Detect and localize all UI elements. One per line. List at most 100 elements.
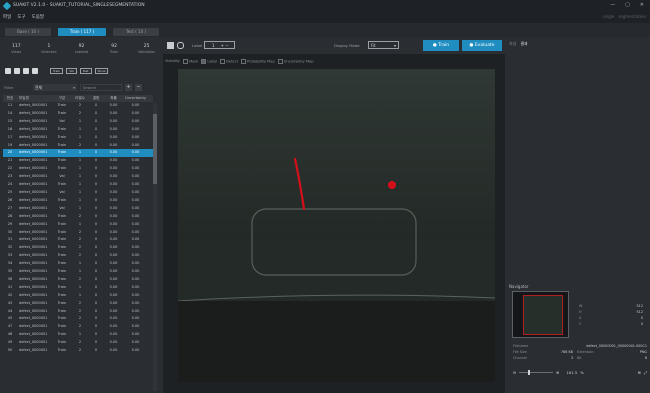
- table-row[interactable]: 48 defect_0000001 Train 1 0 0.00 0.00: [3, 331, 153, 339]
- fullscreen-icon[interactable]: ⤢: [644, 370, 647, 375]
- table-cell: defect_0000001: [19, 253, 48, 258]
- table-cell: 48: [7, 332, 13, 337]
- table-cell: Train: [57, 229, 67, 234]
- table-cell: 0.00: [109, 110, 118, 115]
- set-train-button[interactable]: Train: [50, 68, 64, 74]
- search-input[interactable]: Search: [80, 84, 122, 91]
- zoom-slider-knob[interactable]: [528, 369, 531, 375]
- tab-test[interactable]: Test ( 10 ): [113, 28, 159, 36]
- add-image-icon[interactable]: [5, 68, 11, 74]
- maximize-button[interactable]: ▢: [625, 2, 630, 8]
- left-panel: 117 Views 1 Selected 92 Labeled 92 Train 25 V…: [0, 37, 163, 393]
- table-row[interactable]: 22 defect_0000001 Train 1 0 0.00 0.00: [3, 165, 153, 173]
- table-row[interactable]: 49 defect_0000001 Train 2 0 0.00 0.00: [3, 339, 153, 347]
- table-row[interactable]: 44 defect_0000001 Train 2 0 0.00 0.00: [3, 308, 153, 316]
- table-row[interactable]: 19 defect_0000001 Train 2 0 0.00 0.00: [3, 142, 153, 150]
- table-cell: Train: [57, 182, 67, 187]
- visibility-label: Visibility: [165, 59, 181, 63]
- table-row[interactable]: 24 defect_0000001 Train 1 0 0.00 0.00: [3, 181, 153, 189]
- train-button[interactable]: ● Train: [423, 40, 459, 51]
- evaluate-button[interactable]: ● Evaluate: [462, 40, 502, 51]
- table-row[interactable]: 28 defect_0000001 Train 2 0 0.00 0.00: [3, 213, 153, 221]
- table-row[interactable]: 14 defect_0000001 Train 2 0 0.00 0.00: [3, 110, 153, 118]
- stat-selected: 1 Selected: [41, 44, 57, 54]
- table-row[interactable]: 42 defect_0000001 Train 1 0 0.00 0.00: [3, 292, 153, 300]
- visibility-mask[interactable]: Mask: [183, 58, 198, 64]
- table-row[interactable]: 17 defect_0000001 Train 1 0 0.00 0.00: [3, 134, 153, 142]
- table-cell: 0.00: [131, 324, 140, 329]
- table-row[interactable]: 27 defect_0000001 Val 1 0 0.00 0.00: [3, 205, 153, 213]
- table-cell: Train: [57, 308, 67, 313]
- table-row[interactable]: 47 defect_0000001 Train 2 0 0.00 0.00: [3, 323, 153, 331]
- table-row[interactable]: 43 defect_0000001 Train 2 0 0.00 0.00: [3, 300, 153, 308]
- table-cell: defect_0000001: [19, 134, 48, 139]
- table-row[interactable]: 31 defect_0000001 Train 2 0 0.00 0.00: [3, 236, 153, 244]
- label-spinbox[interactable]: 1 + −: [204, 41, 235, 49]
- tab-train[interactable]: Train ( 117 ): [58, 28, 106, 36]
- close-button[interactable]: ✕: [640, 2, 644, 8]
- filter-select[interactable]: 전체: [33, 84, 77, 91]
- export-icon[interactable]: [32, 68, 38, 74]
- table-cell: 1: [78, 134, 82, 139]
- zoom-slider[interactable]: [519, 369, 554, 375]
- right-tabs: 속성 결과: [509, 41, 528, 47]
- table-row[interactable]: 41 defect_0000001 Train 1 0 0.00 0.00: [3, 284, 153, 292]
- tab-properties[interactable]: 속성: [509, 41, 516, 47]
- visibility-uncertainty-map[interactable]: Uncertainty Map: [277, 58, 313, 64]
- table-row[interactable]: 23 defect_0000001 Val 1 0 0.00 0.00: [3, 173, 153, 181]
- navigator-viewport[interactable]: [523, 295, 563, 335]
- set-test-button[interactable]: Test: [79, 68, 92, 74]
- pointer-icon[interactable]: [167, 42, 174, 49]
- table-cell: defect_0000001: [19, 174, 48, 179]
- table-row[interactable]: 25 defect_0000001 Val 1 0 0.00 0.00: [3, 189, 153, 197]
- zoom-out-icon[interactable]: ⊖: [513, 370, 516, 375]
- minimize-button[interactable]: —: [610, 2, 615, 8]
- table-row[interactable]: 45 defect_0000001 Train 2 0 0.00 0.00: [3, 315, 153, 323]
- table-row[interactable]: 35 defect_0000001 Train 1 0 0.00 0.00: [3, 268, 153, 276]
- visibility-detect[interactable]: Detect: [220, 58, 238, 64]
- delete-icon[interactable]: [23, 68, 29, 74]
- table-cell: 1: [78, 118, 82, 123]
- table-cell: 42: [7, 292, 13, 297]
- table-row[interactable]: 50 defect_0000001 Train 2 0 0.00 0.00: [3, 347, 153, 355]
- table-row[interactable]: 26 defect_0000001 Train 1 0 0.00 0.00: [3, 197, 153, 205]
- scrollbar-thumb[interactable]: [153, 114, 157, 184]
- tab-base[interactable]: Base ( 10 ): [5, 28, 51, 36]
- zoom-in-icon[interactable]: ⊕: [556, 370, 559, 375]
- add-folder-icon[interactable]: [14, 68, 20, 74]
- table-row[interactable]: 16 defect_0000001 Train 1 0 0.00 0.00: [3, 126, 153, 134]
- table-row[interactable]: 21 defect_0000001 Train 1 0 0.00 0.00: [3, 157, 153, 165]
- table-cell: 1: [78, 221, 82, 226]
- zoom-value: 161.5: [566, 369, 578, 375]
- fit-icon[interactable]: ⊞: [638, 370, 641, 375]
- table-row[interactable]: 32 defect_0000001 Train 2 0 0.00 0.00: [3, 244, 153, 252]
- display-mode-select[interactable]: Fit ▾: [368, 41, 399, 49]
- table-cell: 33: [7, 253, 13, 258]
- image-canvas[interactable]: [178, 69, 495, 382]
- add-icon[interactable]: +: [125, 84, 132, 91]
- visibility-label-toggle[interactable]: Label: [201, 58, 217, 64]
- table-cell: Train: [57, 134, 67, 139]
- visibility-probability-map[interactable]: Probability Map: [241, 58, 275, 64]
- table-row[interactable]: 20 defect_0000001 Train 1 0 0.00 0.00: [3, 149, 153, 158]
- table-cell: 1: [78, 189, 82, 194]
- menu-file[interactable]: 파일: [3, 14, 11, 20]
- table-row[interactable]: 29 defect_0000001 Train 1 0 0.00 0.00: [3, 221, 153, 229]
- table-cell: 1: [78, 261, 82, 266]
- table-row[interactable]: 34 defect_0000001 Train 1 0 0.00 0.00: [3, 260, 153, 268]
- table-row[interactable]: 33 defect_0000001 Train 2 0 0.00 0.00: [3, 252, 153, 260]
- table-scrollbar[interactable]: [153, 103, 157, 391]
- tab-results[interactable]: 결과: [520, 41, 527, 47]
- table-cell: 0.00: [109, 276, 118, 281]
- set-none-button[interactable]: None: [94, 68, 109, 74]
- table-row[interactable]: 30 defect_0000001 Train 2 0 0.00 0.00: [3, 229, 153, 237]
- table-row[interactable]: 11 defect_0000001 Train 2 0 0.00 0.00: [3, 102, 153, 110]
- set-val-button[interactable]: Val: [66, 68, 77, 74]
- table-row[interactable]: 15 defect_0000001 Val 1 0 0.00 0.00: [3, 118, 153, 126]
- menu-tools[interactable]: 도구: [17, 14, 25, 20]
- table-row[interactable]: 36 defect_0000001 Train 2 0 0.00 0.00: [3, 276, 153, 284]
- pan-hand-icon[interactable]: [177, 42, 184, 49]
- menu-help[interactable]: 도움말: [32, 14, 44, 20]
- navigator-thumbnail[interactable]: [512, 291, 569, 338]
- remove-icon[interactable]: −: [135, 84, 142, 91]
